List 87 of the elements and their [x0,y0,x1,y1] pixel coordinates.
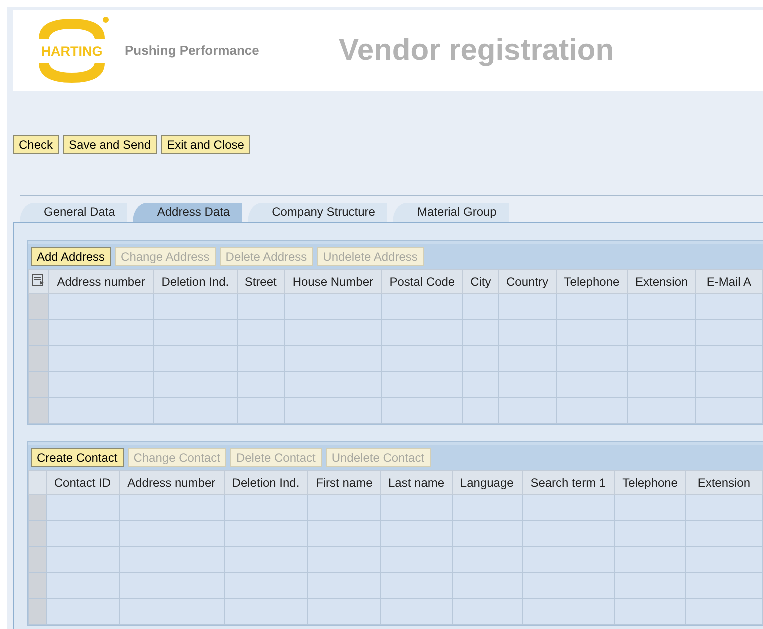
table-cell [498,320,556,346]
column-header: Last name [380,470,452,494]
column-header: Extension [686,470,762,494]
column-header: Contact ID [46,470,120,494]
tagline: Pushing Performance [125,43,260,58]
column-header: Extension [628,270,696,294]
table-cell [380,572,452,598]
table-cell [556,398,628,424]
table-cell [452,520,522,546]
column-header: City [462,270,499,294]
table-cell [628,398,696,424]
row-selector[interactable] [28,346,49,372]
table-cell [380,546,452,572]
action-button[interactable]: Check [13,135,60,154]
table-cell [614,572,686,598]
layout-icon[interactable] [32,274,46,286]
table-cell [696,294,762,320]
table-cell [614,520,686,546]
table-cell [452,598,522,624]
column-header: House Number [284,270,382,294]
table-cell [462,372,499,398]
table-cell [237,372,284,398]
row-selector[interactable] [28,294,49,320]
column-header: Address number [48,270,154,294]
action-button[interactable]: Save and Send [63,135,158,154]
column-header: Address number [119,470,224,494]
tab[interactable]: Material Group [393,203,509,222]
table-cell [556,372,628,398]
table-cell [498,294,556,320]
row-selector[interactable] [28,494,46,520]
table-cell [380,598,452,624]
table-cell [614,546,686,572]
column-header: Country [498,270,556,294]
table-cell [628,346,696,372]
column-header: Street [237,270,284,294]
table-cell [498,398,556,424]
table-cell [614,494,686,520]
table-cell [628,372,696,398]
table-cell [380,494,452,520]
table-cell [462,294,499,320]
table-cell [614,598,686,624]
table-cell [696,372,762,398]
column-header: First name [308,470,381,494]
column-header: Deletion Ind. [224,470,308,494]
logo-drawing [39,16,109,82]
row-selector[interactable] [28,320,49,346]
table-cell [696,320,762,346]
action-button[interactable]: Exit and Close [161,135,250,154]
column-header: Language [452,470,522,494]
logo-text: HARTING [41,44,103,58]
column-header: Postal Code [382,270,463,294]
table-cell [556,320,628,346]
table-cell [452,546,522,572]
column-header: Deletion Ind. [154,270,238,294]
toolbar-button[interactable]: Create Contact [31,448,124,467]
table-cell [237,398,284,424]
table-cell [237,346,284,372]
table-cell [237,294,284,320]
row-selector[interactable] [28,520,46,546]
table-cell [696,346,762,372]
table-cell [628,294,696,320]
table-cell [452,572,522,598]
column-header: Search term 1 [522,470,615,494]
row-selector[interactable] [28,398,49,424]
table-cell [462,398,499,424]
table-cell [556,346,628,372]
toolbar-button[interactable]: Add Address [31,247,112,266]
column-header: Telephone [556,270,628,294]
table-cell [380,520,452,546]
table-cell [498,346,556,372]
table-cell [452,494,522,520]
table-cell [462,320,499,346]
table-cell [237,320,284,346]
row-selector[interactable] [28,572,46,598]
table-cell [498,372,556,398]
table-cell [556,294,628,320]
column-header: Telephone [614,470,686,494]
table-cell [462,346,499,372]
column-header: E-Mail A [696,270,762,294]
tab[interactable]: General Data [20,203,128,222]
table-cell [628,320,696,346]
row-selector[interactable] [28,546,46,572]
row-selector[interactable] [28,372,49,398]
tab[interactable]: Company Structure [248,203,388,222]
page-title: Vendor registration [339,34,614,68]
tab[interactable]: Address Data [133,203,242,222]
row-selector[interactable] [28,598,46,624]
